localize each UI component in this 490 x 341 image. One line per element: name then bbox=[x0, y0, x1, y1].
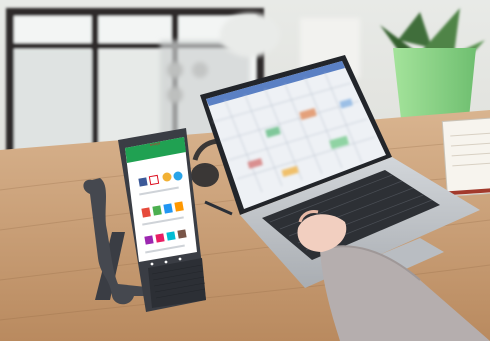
notebook bbox=[441, 117, 490, 197]
app-icon-pink bbox=[155, 233, 165, 243]
app-icon-green bbox=[152, 205, 162, 216]
app-icon-brown bbox=[177, 229, 187, 239]
recent-apps-icon bbox=[178, 257, 182, 261]
back-icon bbox=[150, 262, 154, 266]
photo-canvas: avaya bbox=[0, 0, 490, 341]
app-icon-red bbox=[141, 207, 151, 218]
app-icon-cyan bbox=[166, 231, 176, 241]
app-circle-icon-2 bbox=[173, 171, 183, 181]
news-app-icon bbox=[148, 174, 160, 186]
app-icon-purple bbox=[144, 235, 154, 245]
home-icon bbox=[164, 260, 168, 264]
office-desk-photo: avaya bbox=[0, 0, 490, 341]
app-icon-orange bbox=[174, 201, 184, 212]
app-circle-icon bbox=[162, 172, 172, 182]
facebook-icon bbox=[138, 177, 148, 187]
app-icon-blue bbox=[163, 203, 173, 214]
